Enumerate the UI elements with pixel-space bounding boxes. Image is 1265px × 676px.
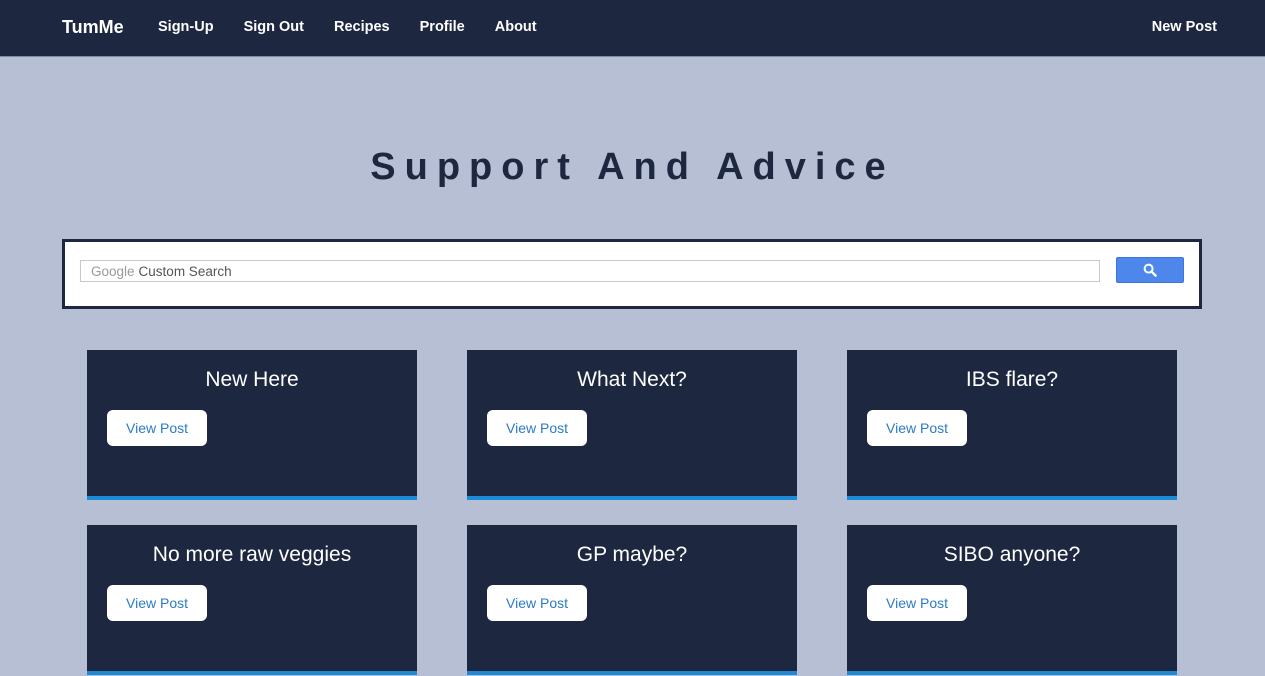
search-icon: [1143, 263, 1157, 277]
nav-link-sign-out[interactable]: Sign Out: [244, 19, 304, 35]
post-card: IBS flare? View Post: [847, 350, 1177, 500]
post-title: GP maybe?: [576, 543, 688, 566]
view-post-button[interactable]: View Post: [107, 410, 207, 446]
post-title: New Here: [205, 368, 299, 391]
page-title: Support And Advice: [370, 146, 895, 188]
post-card: GP maybe? View Post: [467, 525, 797, 675]
nav-link-profile[interactable]: Profile: [420, 19, 465, 35]
view-post-button[interactable]: View Post: [487, 410, 587, 446]
nav-link-about[interactable]: About: [495, 19, 537, 35]
view-post-button[interactable]: View Post: [107, 585, 207, 621]
post-card: No more raw veggies View Post: [87, 525, 417, 675]
nav-link-new-post[interactable]: New Post: [1152, 19, 1217, 35]
post-card: SIBO anyone? View Post: [847, 525, 1177, 675]
brand-logo[interactable]: TumMe: [62, 17, 124, 38]
nav-links: Sign-Up Sign Out Recipes Profile About: [158, 19, 567, 35]
nav-link-sign-up[interactable]: Sign-Up: [158, 19, 214, 35]
post-card: What Next? View Post: [467, 350, 797, 500]
nav-link-recipes[interactable]: Recipes: [334, 19, 390, 35]
top-navbar: TumMe Sign-Up Sign Out Recipes Profile A…: [0, 0, 1265, 57]
post-title: IBS flare?: [965, 368, 1059, 391]
post-title: What Next?: [577, 368, 687, 391]
view-post-button[interactable]: View Post: [867, 585, 967, 621]
post-title: No more raw veggies: [152, 543, 352, 566]
post-card: New Here View Post: [87, 350, 417, 500]
post-title: SIBO anyone?: [943, 543, 1081, 566]
search-input[interactable]: Google Custom Search: [80, 260, 1100, 282]
search-brand-label: Google: [91, 263, 135, 279]
search-box: Google Custom Search: [62, 239, 1202, 309]
view-post-button[interactable]: View Post: [487, 585, 587, 621]
search-button[interactable]: [1116, 257, 1184, 283]
view-post-button[interactable]: View Post: [867, 410, 967, 446]
search-placeholder: Custom Search: [138, 263, 232, 279]
